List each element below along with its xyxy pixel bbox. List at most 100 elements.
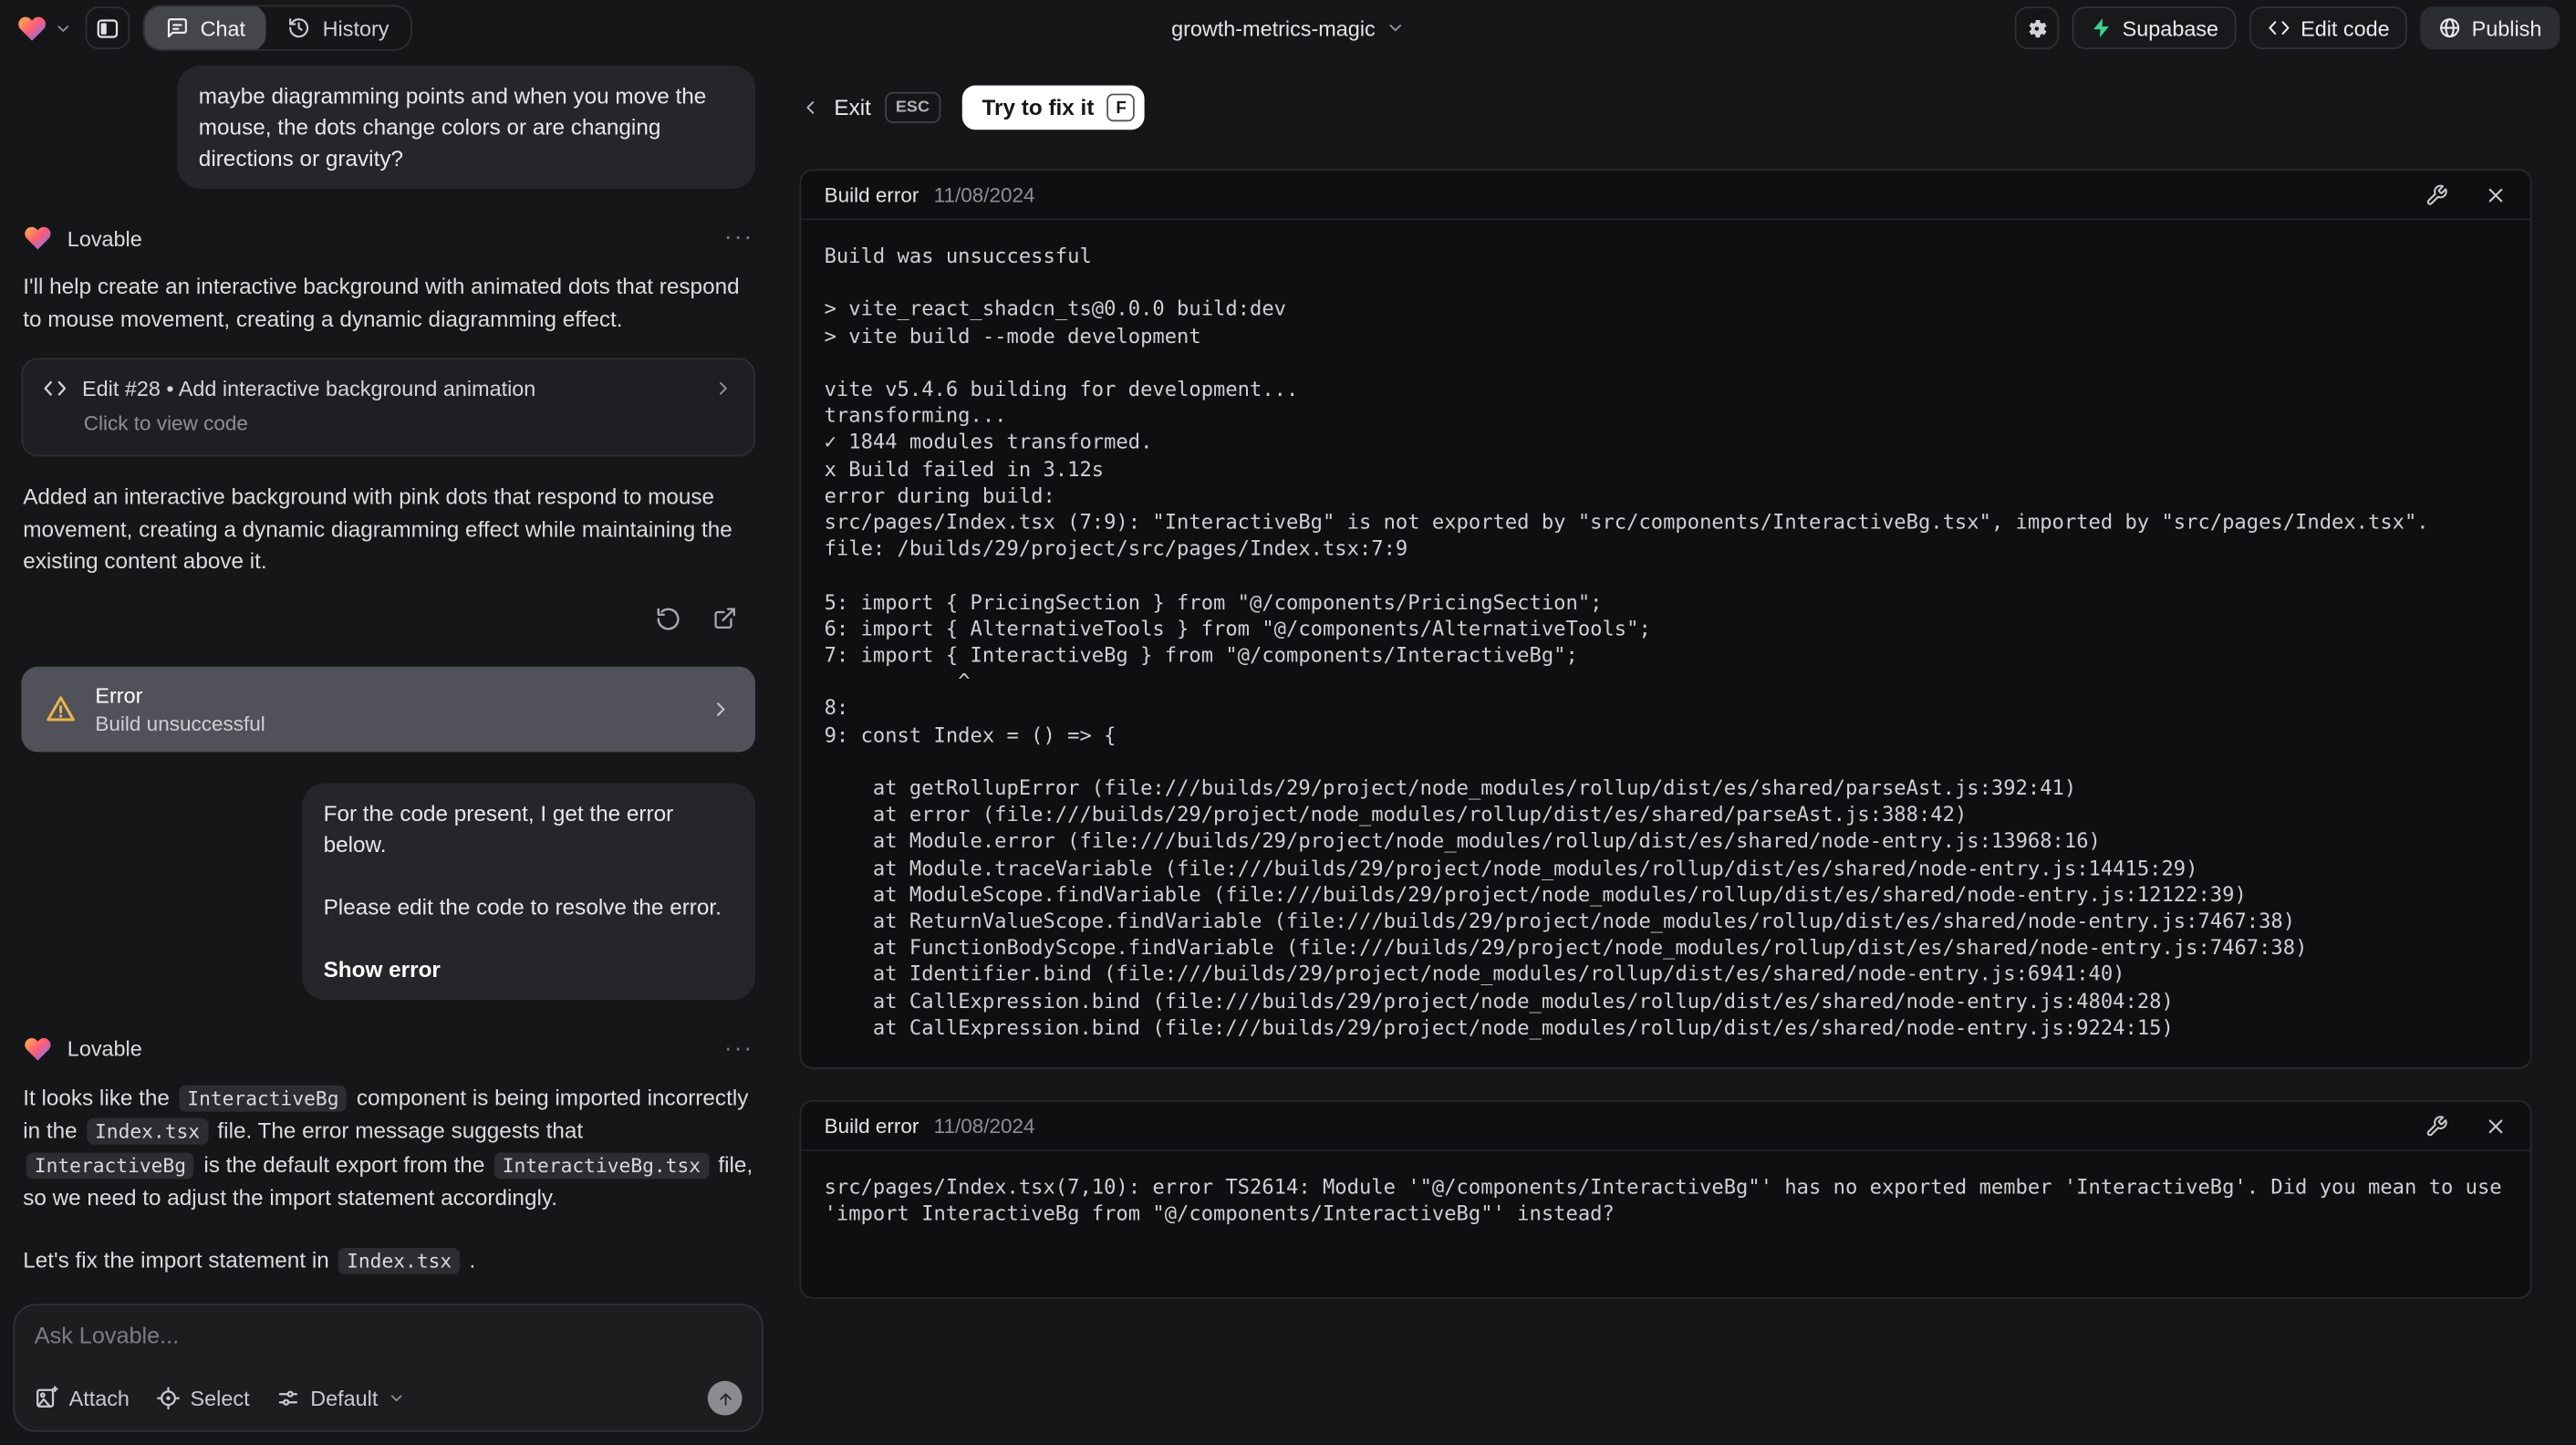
topbar-left: Chat History	[16, 5, 412, 51]
message-action-icons	[21, 600, 742, 637]
topbar: Chat History growth-metrics-magic Supaba…	[0, 0, 2576, 56]
error-panel-header: Exit ESC Try to fix it F	[800, 85, 2532, 130]
warning-triangle-icon	[47, 695, 75, 721]
text-segment: It looks like the	[23, 1084, 176, 1109]
supabase-label: Supabase	[2122, 16, 2219, 41]
user-message-text: maybe diagramming points and when you mo…	[198, 83, 707, 172]
status-title: Error	[95, 681, 143, 707]
edit-card-row: Edit #28 • Add interactive background an…	[43, 376, 734, 400]
build-error-card-2: Build error 11/08/2024 src/pages/Index.t…	[799, 1100, 2532, 1298]
assistant-summary-text: Added an interactive background with pin…	[23, 484, 732, 574]
gear-icon	[2028, 19, 2046, 37]
chevron-down-icon	[57, 25, 69, 31]
chevron-down-icon	[391, 1395, 402, 1401]
inline-code: Index.tsx	[338, 1247, 461, 1273]
restore-icon	[657, 607, 680, 629]
build-error-actions	[2425, 183, 2508, 206]
attach-button[interactable]: Attach	[35, 1386, 130, 1410]
toggle-sidebar-button[interactable]	[85, 6, 130, 49]
assistant-message-header: Lovable ···	[23, 224, 753, 253]
supabase-bolt-icon	[2093, 18, 2109, 38]
code-brackets-icon	[44, 380, 67, 396]
build-error-actions	[2425, 1114, 2508, 1137]
lovable-heart-icon	[25, 226, 51, 250]
inline-code: InteractiveBg	[26, 1151, 195, 1179]
chevron-right-icon	[716, 702, 725, 716]
text-segment: is the default export from the	[197, 1151, 492, 1177]
inline-code: InteractiveBg.tsx	[493, 1151, 710, 1179]
tab-history[interactable]: History	[266, 6, 410, 49]
build-error-date: 11/08/2024	[933, 1114, 1035, 1138]
image-attach-icon	[36, 1386, 58, 1408]
send-button[interactable]	[707, 1380, 743, 1416]
mode-dropdown[interactable]: Default	[275, 1386, 406, 1410]
supabase-button[interactable]: Supabase	[2071, 6, 2237, 49]
sliders-icon	[278, 1390, 298, 1406]
lovable-heart-icon	[25, 1037, 51, 1060]
chat-history-tab-group: Chat History	[142, 5, 412, 51]
mode-label: Default	[310, 1386, 379, 1411]
status-subtitle: Build unsuccessful	[95, 712, 265, 735]
composer: Attach Select Default	[13, 1304, 763, 1432]
edit-code-button[interactable]: Edit code	[2249, 6, 2408, 49]
restore-button[interactable]	[650, 600, 687, 637]
assistant-name: Lovable	[67, 225, 142, 251]
build-error-console: Build was unsuccessful > vite_react_shad…	[824, 244, 2429, 1040]
tab-chat-label: Chat	[200, 16, 246, 41]
text-segment: .	[462, 1247, 476, 1273]
chat-panel: maybe diagramming points and when you mo…	[0, 56, 776, 1445]
tab-chat[interactable]: Chat	[144, 6, 267, 50]
inline-code: InteractiveBg	[179, 1084, 348, 1111]
build-error-card-header: Build error 11/08/2024	[801, 1102, 2530, 1151]
wrench-icon[interactable]	[2425, 1114, 2448, 1137]
message-menu-button[interactable]: ···	[724, 1035, 753, 1060]
target-icon	[156, 1387, 180, 1410]
lovable-logo-menu[interactable]	[16, 13, 72, 44]
build-error-card-header: Build error 11/08/2024	[801, 171, 2530, 221]
assistant-fix-text: Let's fix the import statement in Index.…	[23, 1244, 753, 1278]
chevron-down-icon	[1389, 24, 1401, 32]
user-message: For the code present, I get the error be…	[302, 782, 755, 1000]
build-error-status-card[interactable]: Error Build unsuccessful	[21, 665, 755, 752]
close-icon[interactable]	[2484, 1114, 2507, 1137]
edit-card-subtitle: Click to view code	[83, 411, 248, 435]
publish-label: Publish	[2471, 16, 2542, 41]
app-window: Chat History growth-metrics-magic Supaba…	[0, 0, 2576, 1445]
chat-bubble-icon	[167, 18, 187, 38]
main-layout: maybe diagramming points and when you mo…	[0, 56, 2576, 1445]
show-error-link[interactable]: Show error	[324, 953, 734, 984]
select-element-button[interactable]: Select	[156, 1386, 250, 1410]
topbar-right: Supabase Edit code Publish	[2013, 6, 2560, 49]
globe-icon	[2440, 18, 2460, 38]
code-brackets-icon	[2269, 21, 2290, 35]
tab-history-label: History	[322, 16, 390, 41]
try-to-fix-button[interactable]: Try to fix it F	[961, 85, 1146, 130]
user-message: maybe diagramming points and when you mo…	[177, 66, 755, 189]
publish-button[interactable]: Publish	[2420, 6, 2560, 49]
settings-button[interactable]	[2013, 6, 2059, 49]
user-message-line: For the code present, I get the error be…	[323, 800, 674, 857]
assistant-message-header: Lovable ···	[23, 1034, 753, 1063]
build-error-date: 11/08/2024	[933, 182, 1035, 206]
project-switcher[interactable]: growth-metrics-magic	[1171, 16, 1405, 40]
exit-button[interactable]: Exit ESC	[800, 91, 941, 123]
open-preview-button[interactable]	[706, 600, 743, 637]
build-error-card-1: Build error 11/08/2024 Build was unsucce…	[799, 169, 2532, 1069]
project-name: growth-metrics-magic	[1171, 16, 1376, 41]
wrench-icon[interactable]	[2425, 183, 2448, 206]
history-icon	[289, 18, 309, 38]
build-error-title: Build error	[824, 1114, 919, 1138]
chat-input[interactable]	[34, 1322, 743, 1365]
f-key-badge: F	[1106, 93, 1136, 122]
assistant-analysis-text: It looks like the InteractiveBg componen…	[23, 1081, 753, 1214]
close-icon[interactable]	[2484, 183, 2507, 206]
edit-card-28[interactable]: Edit #28 • Add interactive background an…	[21, 358, 755, 457]
assistant-intro-text: I'll help create an interactive backgrou…	[23, 274, 740, 331]
external-link-icon	[713, 608, 735, 629]
build-error-console: src/pages/Index.tsx(7,10): error TS2614:…	[824, 1175, 2514, 1226]
panel-left-icon	[97, 18, 119, 37]
error-detail-panel: Exit ESC Try to fix it F Build error 11/…	[776, 56, 2576, 1445]
edit-card-title: Edit #28 • Add interactive background an…	[82, 376, 536, 401]
message-menu-button[interactable]: ···	[724, 225, 753, 250]
chevron-right-icon	[719, 381, 727, 395]
